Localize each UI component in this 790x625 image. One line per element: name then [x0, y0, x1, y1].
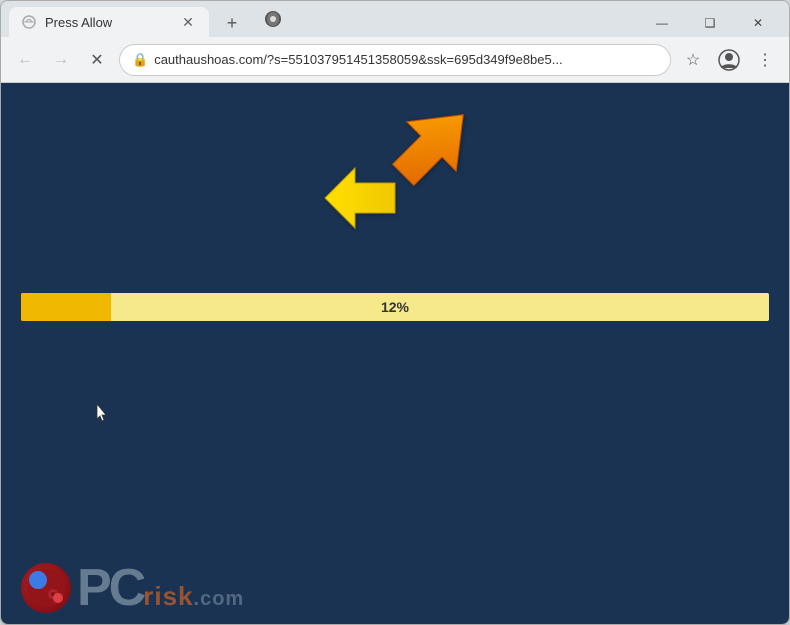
- tab-title: Press Allow: [45, 15, 171, 30]
- progress-container: 12%: [21, 293, 769, 321]
- title-bar: Press Allow ✕ + — ❑ ✕: [1, 1, 789, 37]
- address-bar[interactable]: 🔒 cauthaushoas.com/?s=551037951451358059…: [119, 44, 671, 76]
- progress-bar: 12%: [21, 293, 769, 321]
- pcrisk-logo: [21, 563, 71, 613]
- back-button[interactable]: ←: [11, 46, 39, 74]
- tab-favicon: [21, 14, 37, 30]
- new-tab-button[interactable]: +: [217, 9, 247, 37]
- minimize-button[interactable]: —: [639, 9, 685, 37]
- maximize-button[interactable]: ❑: [687, 9, 733, 37]
- window-controls: — ❑ ✕: [639, 7, 781, 37]
- menu-button[interactable]: ⋮: [751, 46, 779, 74]
- close-window-button[interactable]: ✕: [735, 9, 781, 37]
- toolbar: ← → ✕ 🔒 cauthaushoas.com/?s=551037951451…: [1, 37, 789, 83]
- active-tab[interactable]: Press Allow ✕: [9, 7, 209, 37]
- progress-fill: [21, 293, 111, 321]
- progress-label: 12%: [381, 299, 409, 315]
- vpn-icon-button[interactable]: [259, 5, 287, 33]
- orange-arrow-icon: [390, 98, 480, 198]
- yellow-arrow-icon: [320, 163, 400, 233]
- security-lock-icon: 🔒: [132, 52, 148, 68]
- forward-button[interactable]: →: [47, 46, 75, 74]
- pcrisk-text: PC risk.com: [77, 562, 244, 614]
- reload-stop-button[interactable]: ✕: [83, 46, 111, 74]
- browser-window: Press Allow ✕ + — ❑ ✕ ← → ✕ 🔒 caut: [0, 0, 790, 625]
- pc-text: PC: [77, 562, 143, 614]
- page-content: 12% PC risk.com: [1, 83, 789, 624]
- bookmark-button[interactable]: ☆: [679, 46, 707, 74]
- risk-text: risk.com: [143, 581, 244, 612]
- watermark: PC risk.com: [21, 562, 244, 614]
- mouse-cursor: [96, 403, 108, 421]
- profile-button[interactable]: [715, 46, 743, 74]
- arrow-group: [335, 103, 455, 223]
- tab-close-button[interactable]: ✕: [179, 13, 197, 31]
- url-text: cauthaushoas.com/?s=551037951451358059&s…: [154, 52, 658, 67]
